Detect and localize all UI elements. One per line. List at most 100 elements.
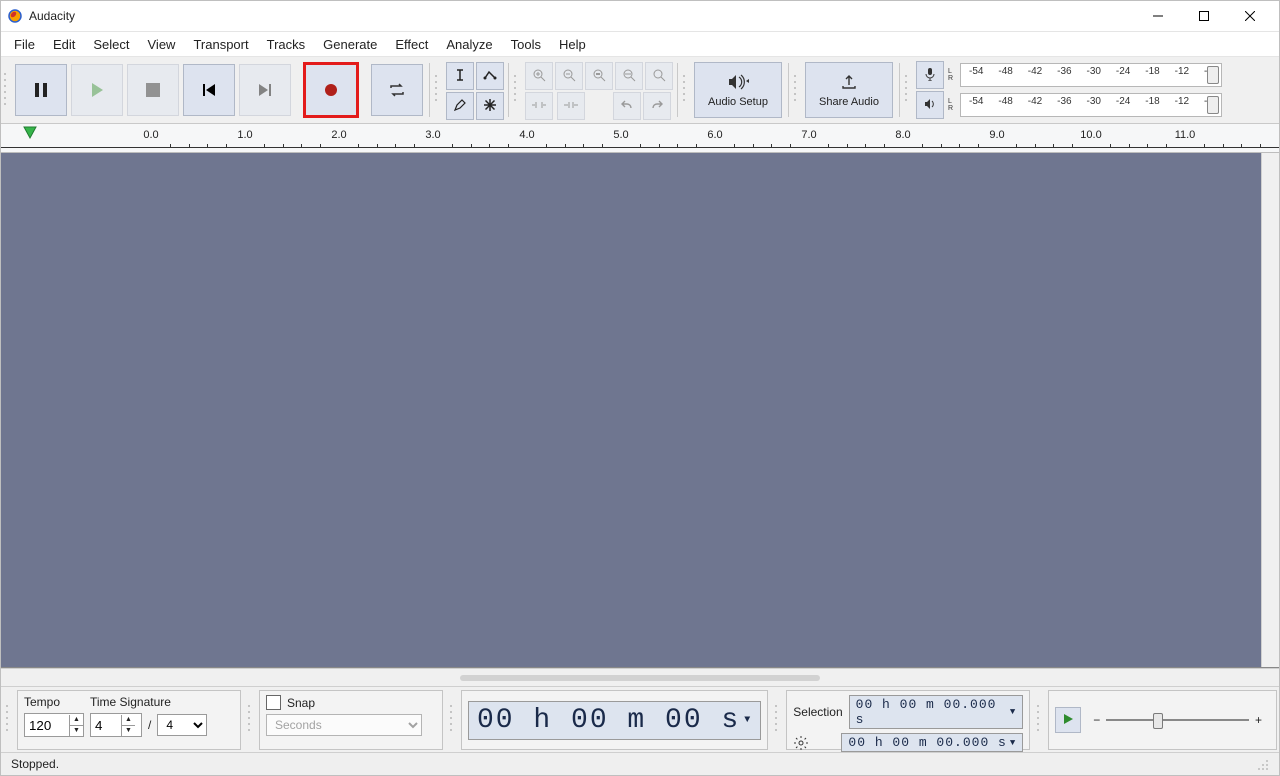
window-minimize-button[interactable] <box>1135 1 1181 31</box>
snap-unit-select[interactable]: Seconds <box>266 714 422 736</box>
toolbar-grip[interactable] <box>447 690 457 750</box>
track-area[interactable] <box>1 153 1279 668</box>
snap-checkbox[interactable] <box>266 695 281 710</box>
timesig-sep: / <box>148 718 151 732</box>
record-button[interactable] <box>305 64 357 116</box>
window-maximize-button[interactable] <box>1181 1 1227 31</box>
toolbar-grip[interactable] <box>680 59 690 121</box>
app-icon <box>7 8 23 24</box>
share-audio-button[interactable]: Share Audio <box>805 62 893 118</box>
play-button[interactable] <box>71 64 123 116</box>
pause-button[interactable] <box>15 64 67 116</box>
tools-toolbar <box>442 59 506 121</box>
selection-tool-button[interactable] <box>446 62 474 90</box>
timeline-mark: 1.0 <box>237 129 252 141</box>
meter-pin-icon[interactable] <box>1207 66 1219 84</box>
record-meter-scale[interactable]: -54-48-42-36-30-24-18-12-6 <box>960 63 1222 87</box>
toolbar-grip[interactable] <box>245 690 255 750</box>
skip-end-button[interactable] <box>239 64 291 116</box>
menu-select[interactable]: Select <box>84 34 138 55</box>
toolbar-grip[interactable] <box>1 59 11 121</box>
menu-file[interactable]: File <box>5 34 44 55</box>
selection-panel: Selection 00 h 00 m 00.000 s▼ 00 h 00 m … <box>786 690 1030 750</box>
chevron-down-icon[interactable]: ▼ <box>744 715 752 726</box>
menu-generate[interactable]: Generate <box>314 34 386 55</box>
app-title: Audacity <box>29 9 75 23</box>
toolbar-grip[interactable] <box>511 59 521 121</box>
loop-icon <box>388 81 406 99</box>
selection-start[interactable]: 00 h 00 m 00.000 s▼ <box>849 695 1024 729</box>
zoom-toggle-button[interactable] <box>645 62 673 90</box>
multi-tool-button[interactable] <box>476 92 504 120</box>
meter-pin-icon[interactable] <box>1207 96 1219 114</box>
tempo-label: Tempo <box>24 695 84 709</box>
meter-lr: LR <box>948 68 956 82</box>
timeline-mark: 5.0 <box>613 129 628 141</box>
toolbar-grip[interactable] <box>902 59 912 121</box>
window-close-button[interactable] <box>1227 1 1273 31</box>
stop-button[interactable] <box>127 64 179 116</box>
envelope-tool-button[interactable] <box>476 62 504 90</box>
vertical-scrollbar[interactable] <box>1261 153 1279 667</box>
fit-project-icon <box>622 68 636 85</box>
toolbar-grip[interactable] <box>432 59 442 121</box>
zoom-in-button[interactable] <box>525 62 553 90</box>
play-meter-scale[interactable]: -54-48-42-36-30-24-18-12-6 <box>960 93 1222 117</box>
undo-button[interactable] <box>613 92 641 120</box>
record-meter-button[interactable] <box>916 61 944 89</box>
timeline-mark: 0.0 <box>143 129 158 141</box>
play-at-speed-button[interactable] <box>1055 707 1081 733</box>
draw-tool-button[interactable] <box>446 92 474 120</box>
selection-label: Selection <box>793 705 842 719</box>
silence-button[interactable] <box>557 92 585 120</box>
menu-help[interactable]: Help <box>550 34 595 55</box>
menu-transport[interactable]: Transport <box>184 34 257 55</box>
selection-end[interactable]: 00 h 00 m 00.000 s▼ <box>841 733 1023 752</box>
fit-selection-icon <box>592 68 606 85</box>
zoom-fit-selection-button[interactable] <box>585 62 613 90</box>
skip-end-icon <box>257 82 273 98</box>
toolbar-grip[interactable] <box>772 690 782 750</box>
play-meter-button[interactable] <box>916 91 944 119</box>
menu-analyze[interactable]: Analyze <box>437 34 501 55</box>
snap-label: Snap <box>287 696 315 710</box>
timeline-mark: 3.0 <box>425 129 440 141</box>
trim-icon <box>531 99 547 114</box>
edit-toolbar <box>521 59 675 121</box>
zoom-out-button[interactable] <box>555 62 583 90</box>
chevron-down-icon[interactable]: ▼ <box>1010 707 1016 717</box>
gear-icon[interactable] <box>793 735 809 751</box>
redo-button[interactable] <box>643 92 671 120</box>
meters: LR -54-48-42-36-30-24-18-12-6 LR -54-48-… <box>912 59 1222 121</box>
chevron-down-icon[interactable]: ▼ <box>1010 738 1016 748</box>
toolbar-grip[interactable] <box>3 690 13 750</box>
timesig-denominator[interactable]: 4 <box>157 714 207 736</box>
pause-icon <box>33 82 49 98</box>
audio-setup-button[interactable]: Audio Setup <box>694 62 782 118</box>
redo-icon <box>650 98 664 115</box>
menu-view[interactable]: View <box>139 34 185 55</box>
timesig-numerator[interactable]: ▲▼ <box>90 713 142 737</box>
resize-grip-icon[interactable] <box>1255 757 1269 771</box>
menu-effect[interactable]: Effect <box>386 34 437 55</box>
share-audio-group: Share Audio <box>801 59 897 121</box>
speed-plus: + <box>1255 713 1262 727</box>
time-display[interactable]: 00 h 00 m 00 s▼ <box>468 701 761 740</box>
menu-edit[interactable]: Edit <box>44 34 84 55</box>
menu-tools[interactable]: Tools <box>502 34 550 55</box>
zoom-fit-project-button[interactable] <box>615 62 643 90</box>
trim-button[interactable] <box>525 92 553 120</box>
toolbar-grip[interactable] <box>1034 690 1044 750</box>
tempo-signature-panel: Tempo Time Signature ▲▼ ▲▼ / 4 <box>17 690 241 750</box>
envelope-icon <box>483 68 497 85</box>
toolbar-grip[interactable] <box>791 59 801 121</box>
tempo-input[interactable]: ▲▼ <box>24 713 84 737</box>
menu-tracks[interactable]: Tracks <box>258 34 315 55</box>
loop-button[interactable] <box>371 64 423 116</box>
timeline-mark: 9.0 <box>989 129 1004 141</box>
horizontal-scrollbar[interactable] <box>1 668 1279 686</box>
speed-slider[interactable] <box>1106 719 1249 721</box>
skip-start-button[interactable] <box>183 64 235 116</box>
timeline[interactable]: 0.01.02.03.04.05.06.07.08.09.010.011.0 <box>1 124 1279 153</box>
undo-icon <box>620 98 634 115</box>
